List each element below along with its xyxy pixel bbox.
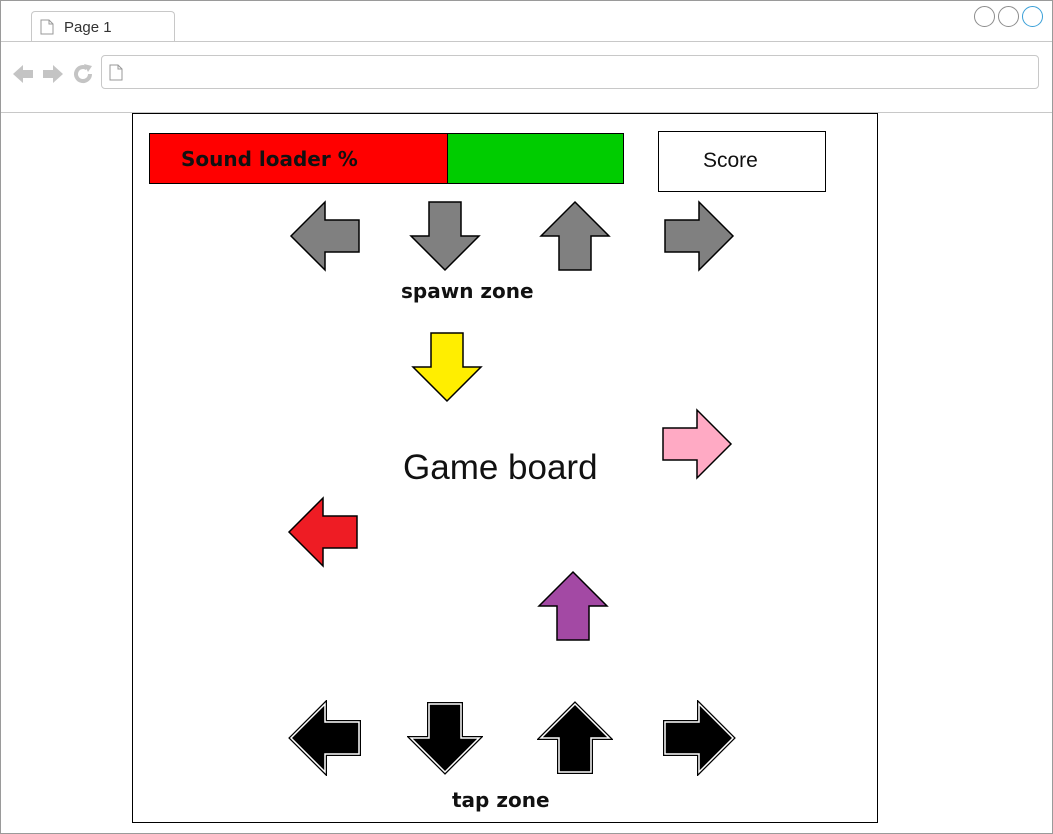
- spawn-arrow-left-icon: [289, 200, 360, 272]
- tab-bar: Page 1: [1, 1, 1052, 42]
- falling-arrow-up-icon: [537, 570, 609, 641]
- spawn-arrow-down-icon: [409, 201, 481, 272]
- maximize-button[interactable]: [998, 6, 1019, 27]
- tap-zone-label: tap zone: [452, 788, 550, 812]
- sound-loader-fill: Sound loader %: [150, 134, 448, 183]
- close-button[interactable]: [1022, 6, 1043, 27]
- score-label: Score: [703, 149, 758, 172]
- reload-icon[interactable]: [71, 62, 95, 86]
- page-content: Sound loader % Score spawn zone Game boa…: [1, 113, 1052, 833]
- address-bar[interactable]: [101, 55, 1039, 89]
- spawn-arrow-right-icon: [664, 200, 735, 272]
- back-arrow-icon[interactable]: [11, 62, 35, 86]
- falling-arrow-down-icon: [411, 332, 483, 403]
- navigation-bar: [1, 42, 1052, 113]
- spawn-zone-label: spawn zone: [401, 279, 534, 303]
- browser-window: Page 1 Sound loader % Score spawn zone G…: [0, 0, 1053, 834]
- sound-loader-label: Sound loader %: [181, 147, 358, 171]
- sound-loader-remaining: [447, 134, 623, 183]
- tab-page-1[interactable]: Page 1: [31, 11, 175, 41]
- game-board-title: Game board: [403, 448, 598, 487]
- falling-arrow-left-icon: [287, 496, 358, 568]
- score-box: Score: [658, 131, 826, 192]
- tap-arrow-up-icon[interactable]: [537, 700, 613, 776]
- tab-title: Page 1: [64, 19, 112, 36]
- window-controls: [974, 6, 1046, 28]
- spawn-arrow-up-icon: [539, 200, 611, 271]
- minimize-button[interactable]: [974, 6, 995, 27]
- document-icon: [40, 19, 54, 35]
- document-icon: [109, 64, 123, 81]
- game-board: Sound loader % Score spawn zone Game boa…: [132, 113, 878, 823]
- forward-arrow-icon[interactable]: [41, 62, 65, 86]
- tap-arrow-left-icon[interactable]: [287, 700, 363, 776]
- falling-arrow-right-icon: [662, 408, 733, 480]
- tap-arrow-right-icon[interactable]: [661, 700, 737, 776]
- tap-arrow-down-icon[interactable]: [407, 700, 483, 776]
- sound-loader-bar: Sound loader %: [149, 133, 624, 184]
